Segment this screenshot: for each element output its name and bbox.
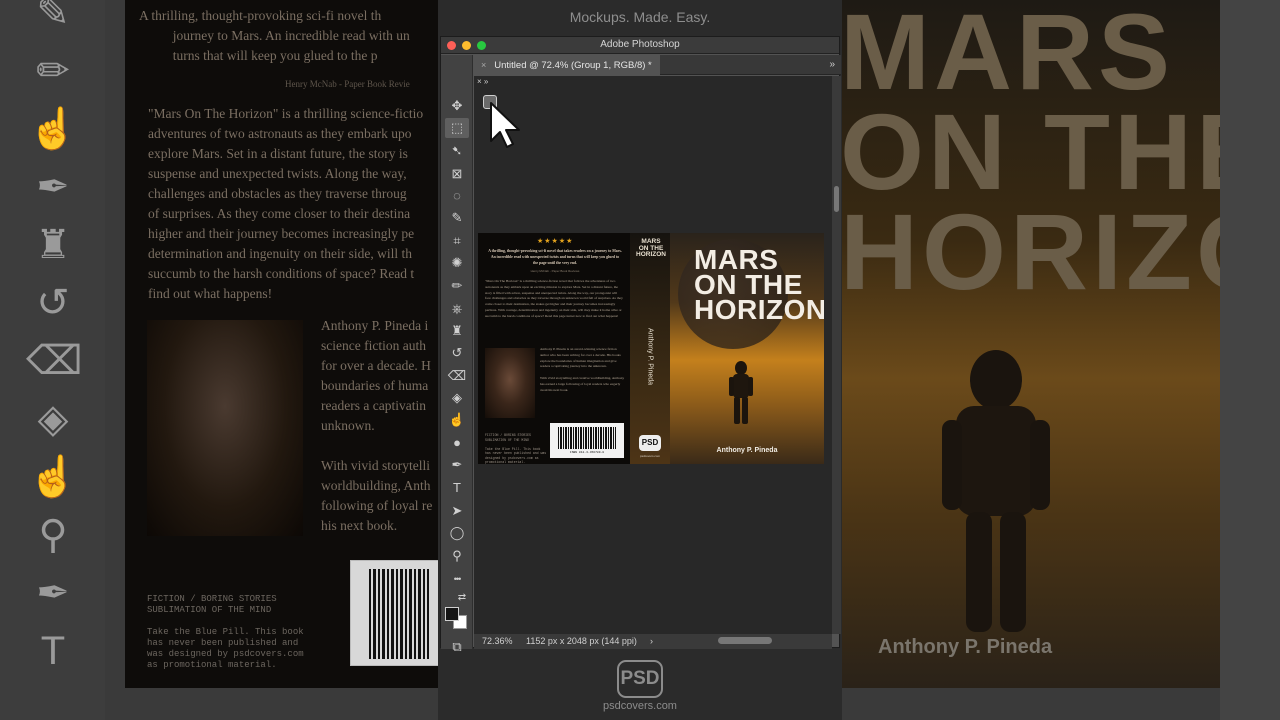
bg-magic-wand-icon: ✎ [36, 0, 70, 35]
background-title: MARS ON THE HORIZON [842, 0, 1280, 312]
bg-eraser-icon: ⌫ [26, 339, 83, 383]
path-select-tool-icon[interactable]: ➤ [445, 501, 469, 521]
bg-history-icon: ↺ [36, 281, 70, 325]
document-tab-label: Untitled @ 72.4% (Group 1, RGB/8) * [494, 60, 652, 71]
zoom-level[interactable]: 72.36% [482, 634, 513, 649]
front-cover: MARS ON THE HORIZON Anthony P. Pineda [670, 233, 824, 464]
background-front-cover: MARS ON THE HORIZON Anthony P. Pineda [842, 0, 1280, 688]
spine-title: MARS ON THE HORIZON [636, 238, 666, 258]
footer-url: psdcovers.com [603, 700, 677, 712]
screen-mode-icon[interactable]: ⧉ [445, 637, 469, 657]
clone-stamp-tool-icon[interactable]: ⎈ [445, 299, 469, 319]
review-attribution: Henry McNab - Paper Book Reviews [530, 269, 580, 273]
smudge-tool-icon[interactable]: ☝ [445, 410, 469, 430]
stamp-tool-icon[interactable]: ♜ [445, 321, 469, 341]
psd-logo: PSD [617, 660, 663, 698]
rating-stars: ★★★★★ [537, 238, 574, 245]
type-tool-icon[interactable]: T [445, 478, 469, 498]
publisher-logo: PSD [639, 435, 661, 451]
marquee-tool-icon[interactable]: ⬚ [445, 118, 469, 138]
bg-eyedropper-icon: ✒ [36, 165, 70, 209]
background-quote-attribution: Henry McNab - Paper Book Revie [285, 79, 410, 89]
bg-hand-icon: ☝ [28, 107, 78, 151]
screenshot-root: ✎ ✏ ☝ ✒ ♜ ↺ ⌫ ◈ ☝ ⚲ ✒ T A thrilling, thought-provok… [0, 0, 1280, 720]
book-spine: MARS ON THE HORIZON Anthony P. Pineda PS… [630, 233, 670, 464]
move-tool-icon[interactable]: ✥ [445, 96, 469, 116]
background-toolbar: ✎ ✏ ☝ ✒ ♜ ↺ ⌫ ◈ ☝ ⚲ ✒ T [0, 0, 105, 720]
canvas-area[interactable]: ★★★★★ A thrilling, thought-provoking sci… [474, 76, 832, 634]
isbn-text: ISBN 012-3-456789-0 [569, 451, 605, 454]
back-cover: ★★★★★ A thrilling, thought-provoking sci… [478, 233, 630, 464]
eraser-tool-icon[interactable]: ⌫ [445, 366, 469, 386]
zoom-tool-icon[interactable]: ⚲ [445, 546, 469, 566]
quick-select-tool-icon[interactable]: ◌ [445, 186, 469, 206]
status-menu-arrow[interactable]: › [650, 634, 653, 649]
background-genre-text: FICTION / BORING STORIES SUBLIMATION OF … [147, 594, 304, 670]
crop-tool-icon[interactable]: ⌗ [445, 231, 469, 251]
panel-controls[interactable]: × » [477, 77, 499, 87]
bg-stamp-icon: ♜ [35, 223, 71, 267]
document-tab-bar: × Untitled @ 72.4% (Group 1, RGB/8) * » [474, 55, 841, 75]
tagline: Mockups. Made. Easy. [569, 9, 711, 25]
status-bar: 72.36% 1152 px x 2048 px (144 ppi) › [474, 634, 832, 649]
background-back-cover: A thrilling, thought-provoking sci-fi no… [125, 0, 440, 688]
bg-dodge-icon: ⚲ [38, 513, 68, 557]
panel-collapse-icon[interactable]: » [829, 55, 835, 75]
document-tab[interactable]: × Untitled @ 72.4% (Group 1, RGB/8) * [474, 55, 660, 75]
astronaut-illustration [729, 361, 753, 424]
vertical-scrollbar[interactable] [832, 76, 841, 634]
bg-smudge-icon: ☝ [28, 455, 78, 499]
background-right-strip [1220, 0, 1280, 720]
author-bio: Anthony P. Pineda is an award-winning sc… [540, 347, 625, 392]
reset-colors-icon[interactable]: ⇄ [455, 588, 469, 608]
photoshop-window: Adobe Photoshop ✥ ⬚ ➷ ⊠ ◌ ✎ ⌗ ✺ ✏ ⎈ ♜ ↺ ⌫ ◈ ☝ ● ✒ T ➤ ◯ ⚲ •••… [440, 36, 841, 654]
bg-type-icon: T [40, 629, 66, 673]
lasso-tool-icon[interactable]: ➷ [445, 141, 469, 161]
genre-text: FICTION / BORING STORIES SUBLIMATION OF … [485, 433, 547, 464]
spine-author: Anthony P. Pineda [646, 327, 654, 386]
front-author: Anthony P. Pineda [716, 447, 778, 454]
ellipse-tool-icon[interactable]: ◯ [445, 523, 469, 543]
tab-close-icon[interactable]: × [481, 60, 486, 70]
book-blurb: "Mars On The Horizon" is a thrilling sci… [485, 279, 623, 318]
review-quote: A thrilling, thought-provoking sci-fi no… [488, 249, 622, 265]
pen-tool-icon[interactable]: ✒ [445, 455, 469, 475]
document-dimensions: 1152 px x 2048 px (144 ppi) [526, 636, 637, 646]
vertical-scroll-thumb[interactable] [834, 186, 839, 212]
background-right: MARS ON THE HORIZON Anthony P. Pineda [842, 0, 1280, 720]
background-left: ✎ ✏ ☝ ✒ ♜ ↺ ⌫ ◈ ☝ ⚲ ✒ T A thrilling, thought-provok… [0, 0, 440, 720]
horizontal-scroll-thumb[interactable] [718, 637, 772, 644]
center-panel: Mockups. Made. Easy. Adobe Photoshop ✥ ⬚ ➷… [438, 0, 842, 720]
paint-bucket-tool-icon[interactable]: ◈ [445, 388, 469, 408]
background-quote: A thrilling, thought-provoking sci-fi no… [139, 8, 410, 63]
bg-brush-icon: ✏ [36, 49, 70, 93]
author-photo [485, 348, 535, 418]
background-astronaut [942, 350, 1050, 632]
brush-tool-icon[interactable]: ✏ [445, 276, 469, 296]
bg-pen-icon: ✒ [36, 571, 70, 615]
patch-tool-icon[interactable]: ✺ [445, 253, 469, 273]
mouse-cursor-icon [490, 102, 520, 148]
history-brush-tool-icon[interactable]: ↺ [445, 343, 469, 363]
window-title: Adobe Photoshop [600, 39, 680, 50]
more-tools-icon[interactable]: ••• [445, 569, 469, 589]
tools-panel: ✥ ⬚ ➷ ⊠ ◌ ✎ ⌗ ✺ ✏ ⎈ ♜ ↺ ⌫ ◈ ☝ ● ✒ T ➤ ◯ ⚲ ••• ⇄ ⧉ [441, 55, 473, 654]
frame-tool-icon[interactable]: ⊠ [445, 164, 469, 184]
background-author: Anthony P. Pineda [878, 636, 1053, 658]
foreground-color-swatch[interactable] [445, 607, 459, 621]
background-author-photo [147, 320, 303, 536]
barcode: ISBN 012-3-456789-0 [550, 423, 624, 458]
title-bar[interactable]: Adobe Photoshop [441, 37, 839, 54]
dodge-tool-icon[interactable]: ● [445, 433, 469, 453]
background-author-bio: Anthony P. Pineda i science fiction auth… [321, 318, 433, 533]
book-cover-mockup: ★★★★★ A thrilling, thought-provoking sci… [478, 233, 824, 464]
eyedropper-tool-icon[interactable]: ✎ [445, 208, 469, 228]
background-blurb: "Mars On The Horizon" is a thrilling sci… [148, 106, 424, 301]
front-title: MARS ON THE HORIZON [694, 244, 824, 325]
background-barcode [350, 560, 440, 666]
bg-bucket-icon: ◈ [37, 397, 69, 441]
publisher-url: psdcovers.com [639, 454, 661, 458]
barcode-bars [558, 427, 616, 449]
